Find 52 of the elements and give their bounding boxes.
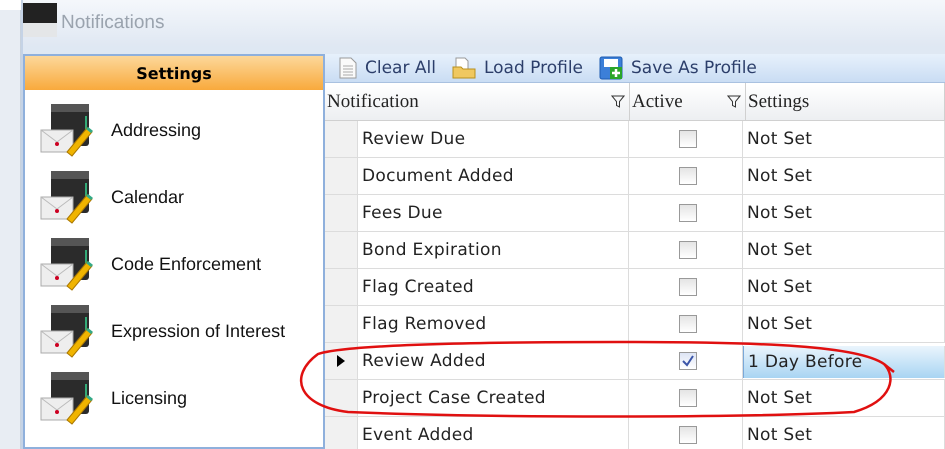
table-cell: 1 Day Before bbox=[743, 346, 945, 378]
save-add-icon bbox=[599, 56, 623, 80]
mail-server-icon bbox=[39, 102, 95, 158]
document-icon bbox=[339, 57, 357, 79]
mail-server-icon bbox=[39, 370, 95, 426]
table-cell: Not Set bbox=[743, 380, 945, 416]
row-selector[interactable] bbox=[325, 343, 358, 379]
folder-document-icon bbox=[452, 57, 476, 79]
sidebar-item[interactable]: Licensing bbox=[111, 388, 188, 408]
current-row-icon bbox=[337, 355, 345, 367]
table-cell: Document Added bbox=[358, 158, 629, 194]
checkbox[interactable] bbox=[678, 352, 696, 370]
toolbar-button[interactable]: Save As Profile bbox=[595, 54, 761, 82]
sidebar-item[interactable]: Calendar bbox=[111, 186, 184, 208]
checkbox[interactable] bbox=[678, 315, 696, 333]
table-cell: Event Added bbox=[358, 417, 629, 449]
sidebar-item[interactable]: Addressing bbox=[111, 120, 202, 140]
mail-server-icon bbox=[39, 303, 95, 359]
table-cell: Review Due bbox=[358, 121, 629, 157]
table-cell: Not Set bbox=[743, 158, 945, 194]
table-cell: Project Case Created bbox=[358, 380, 629, 416]
checkbox[interactable] bbox=[678, 241, 696, 259]
checkbox[interactable] bbox=[678, 389, 696, 407]
toolbar-button[interactable]: Clear All bbox=[335, 55, 440, 81]
column-header[interactable]: Active bbox=[630, 83, 746, 120]
sidebar-header: Settings bbox=[25, 56, 323, 90]
checkbox[interactable] bbox=[678, 204, 696, 222]
mail-server-icon bbox=[39, 169, 95, 225]
checkbox[interactable] bbox=[678, 278, 696, 296]
table-cell: Not Set bbox=[743, 306, 945, 342]
table-cell: Bond Expiration bbox=[358, 232, 629, 268]
window-title: Notifications bbox=[61, 12, 164, 34]
column-header[interactable]: Settings bbox=[746, 83, 945, 120]
table-cell: Review Added bbox=[358, 343, 629, 379]
sidebar-item[interactable]: Code Enforcement bbox=[111, 254, 262, 274]
table-cell: Flag Removed bbox=[358, 306, 629, 342]
checkbox[interactable] bbox=[678, 130, 696, 148]
sidebar-item[interactable]: Expression of Interest bbox=[111, 320, 286, 342]
table-cell: Not Set bbox=[743, 121, 945, 157]
filter-icon[interactable] bbox=[611, 94, 625, 108]
table-cell: Not Set bbox=[743, 417, 945, 449]
checkbox[interactable] bbox=[678, 167, 696, 185]
mail-server-icon bbox=[39, 236, 95, 292]
table-cell: Not Set bbox=[743, 232, 945, 268]
toolbar-button[interactable]: Load Profile bbox=[448, 55, 587, 81]
table-cell: Flag Created bbox=[358, 269, 629, 305]
checkbox[interactable] bbox=[678, 426, 696, 444]
column-header[interactable]: Notification bbox=[325, 83, 630, 120]
table-cell: Not Set bbox=[743, 269, 945, 305]
table-cell: Not Set bbox=[743, 195, 945, 231]
table-cell: Fees Due bbox=[358, 195, 629, 231]
filter-icon[interactable] bbox=[727, 94, 741, 108]
